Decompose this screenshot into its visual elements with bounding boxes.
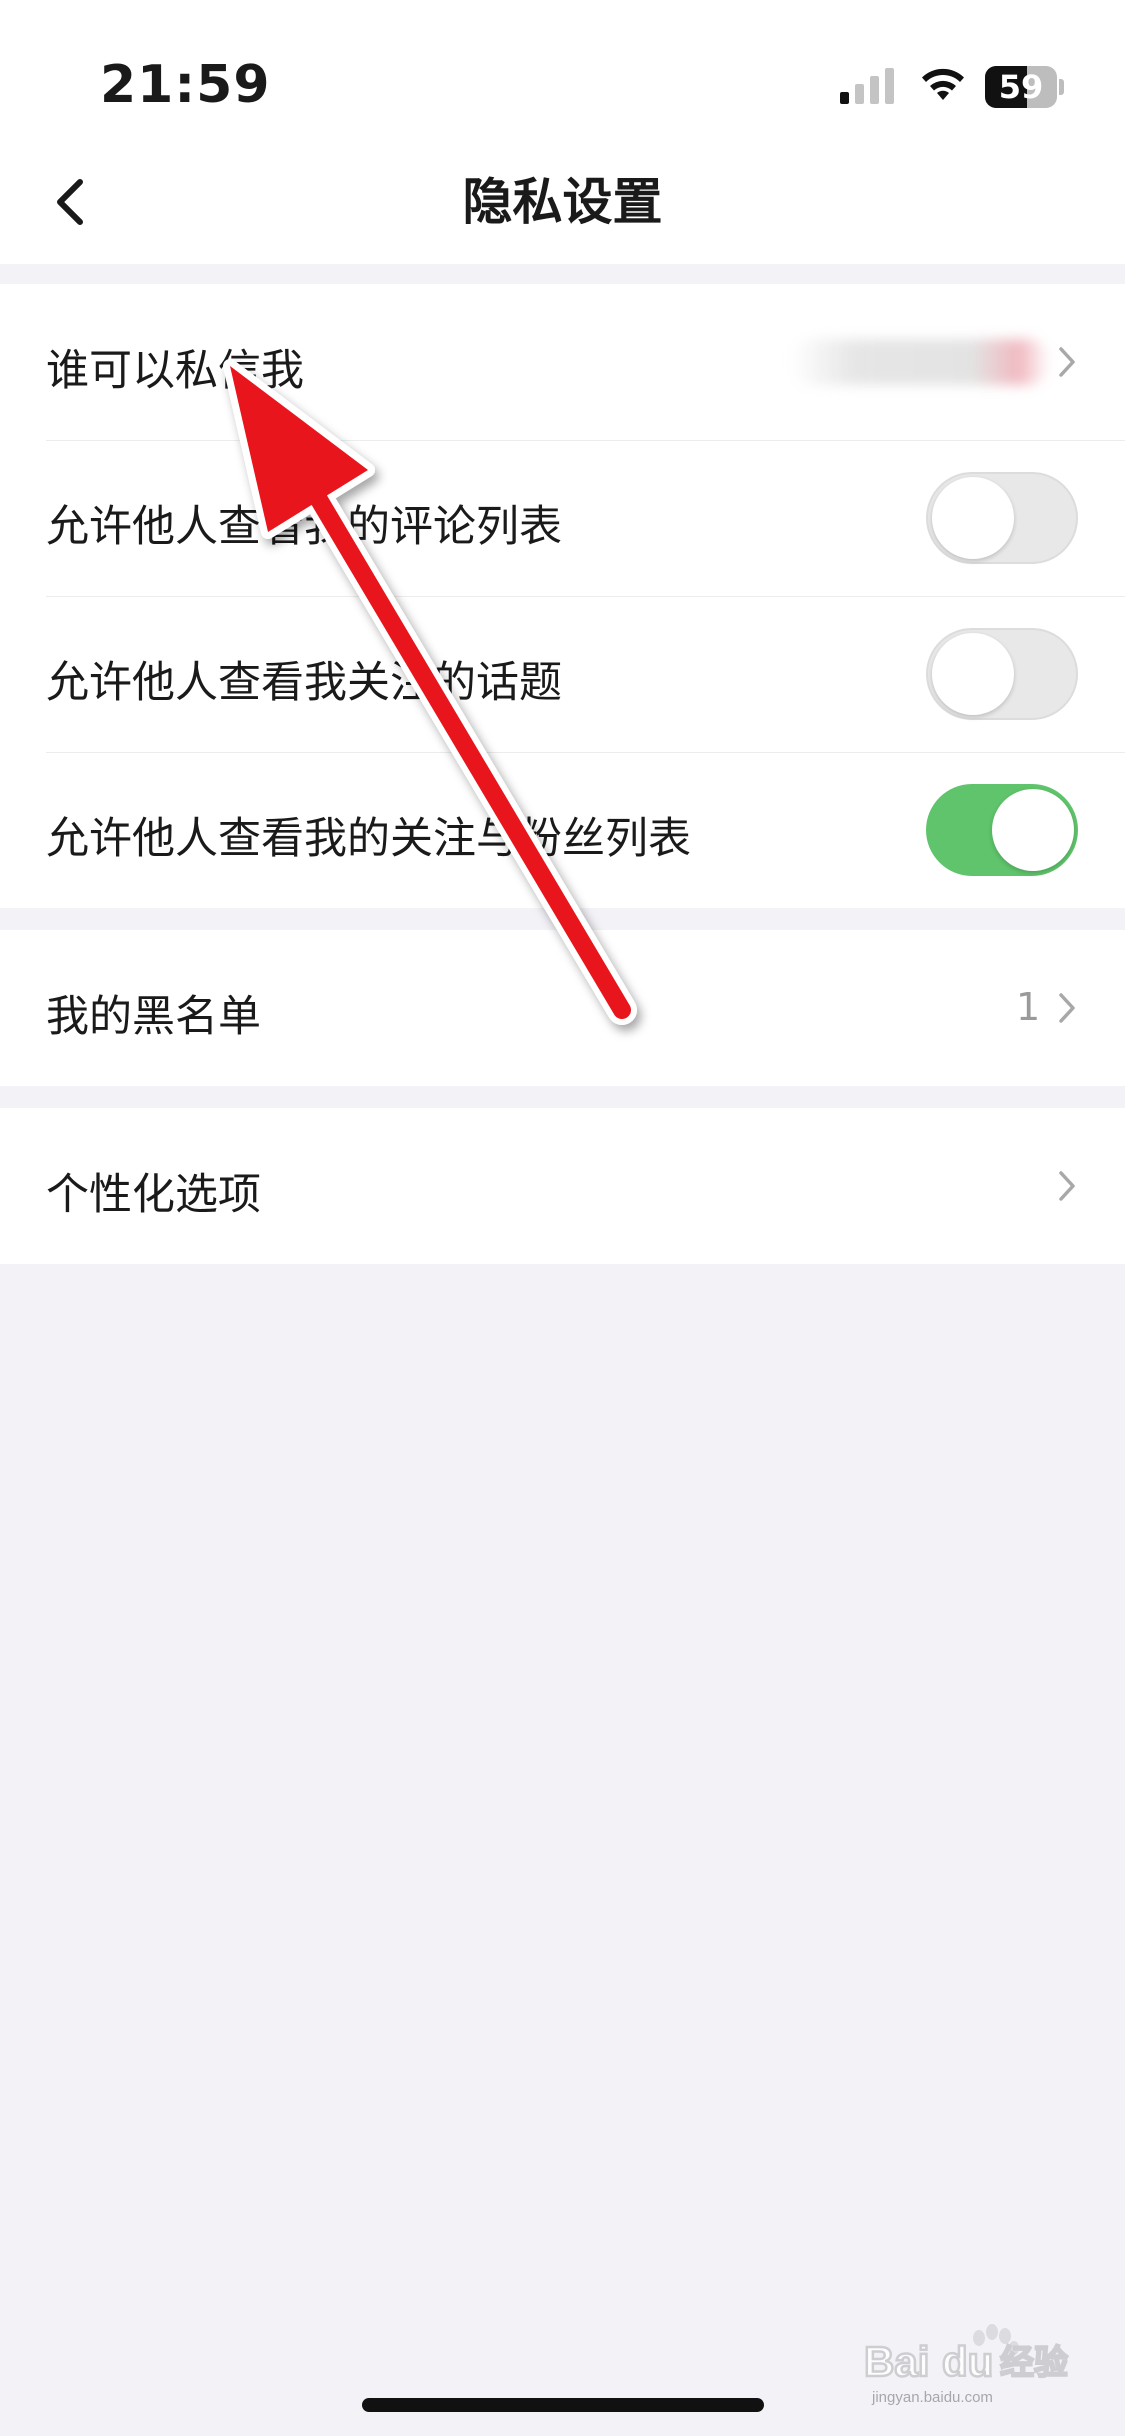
back-button[interactable] (40, 162, 110, 242)
toggle-follow-fans-list[interactable] (926, 784, 1078, 876)
battery-indicator: 59 (985, 66, 1065, 108)
personalization-group: 个性化选项 (0, 1108, 1125, 1264)
row-allow-view-comments: 允许他人查看我的评论列表 (0, 440, 1125, 596)
blurred-value (790, 339, 1050, 385)
battery-body: 59 (985, 66, 1057, 108)
row-personalization[interactable]: 个性化选项 (0, 1108, 1125, 1264)
blacklist-count: 1 (1016, 985, 1041, 1029)
row-allow-view-follow-lists: 允许他人查看我的关注与粉丝列表 (0, 752, 1125, 908)
watermark-brand: Bai (864, 2338, 929, 2385)
row-label: 我的黑名单 (46, 992, 261, 1042)
status-time: 21:59 (100, 55, 271, 115)
navigation-bar: 隐私设置 (0, 140, 1125, 264)
chevron-right-icon (1059, 347, 1075, 377)
row-label: 个性化选项 (46, 1170, 261, 1220)
page-title: 隐私设置 (462, 173, 663, 231)
row-label: 允许他人查看我的评论列表 (46, 502, 562, 552)
row-label: 谁可以私信我 (46, 346, 304, 396)
chevron-left-icon (57, 179, 83, 225)
watermark-brand-end: du (942, 2338, 993, 2385)
wifi-icon (922, 68, 964, 100)
row-label: 允许他人查看我关注的话题 (46, 658, 562, 708)
battery-level-text: 59 (998, 68, 1044, 106)
toggle-knob (992, 789, 1074, 871)
baidu-jingyan-watermark: Bai du 经验 jingyan.baidu.com (863, 2324, 1069, 2406)
toggle-knob (932, 477, 1014, 559)
toggle-knob (932, 633, 1014, 715)
status-bar: 21:59 59 (0, 0, 1125, 140)
row-who-can-message-me[interactable]: 谁可以私信我 (0, 284, 1125, 440)
cellular-signal-icon (840, 68, 894, 104)
row-blacklist[interactable]: 我的黑名单 1 (0, 930, 1125, 1086)
watermark-suffix: 经验 (1000, 2343, 1068, 2383)
privacy-settings-group: 谁可以私信我 允许他人查看我的评论列表 允许他人查看我关注的话题 允许他人查看我… (0, 284, 1125, 908)
blacklist-group: 我的黑名单 1 (0, 930, 1125, 1086)
home-indicator[interactable] (362, 2398, 764, 2412)
chevron-right-icon (1059, 1171, 1075, 1201)
toggle-comments-list[interactable] (926, 472, 1078, 564)
chevron-right-icon (1059, 993, 1075, 1023)
toggle-followed-topics[interactable] (926, 628, 1078, 720)
row-allow-view-topics: 允许他人查看我关注的话题 (0, 596, 1125, 752)
row-label: 允许他人查看我的关注与粉丝列表 (46, 814, 691, 864)
battery-cap (1059, 79, 1064, 95)
watermark-url: jingyan.baidu.com (871, 2389, 993, 2406)
